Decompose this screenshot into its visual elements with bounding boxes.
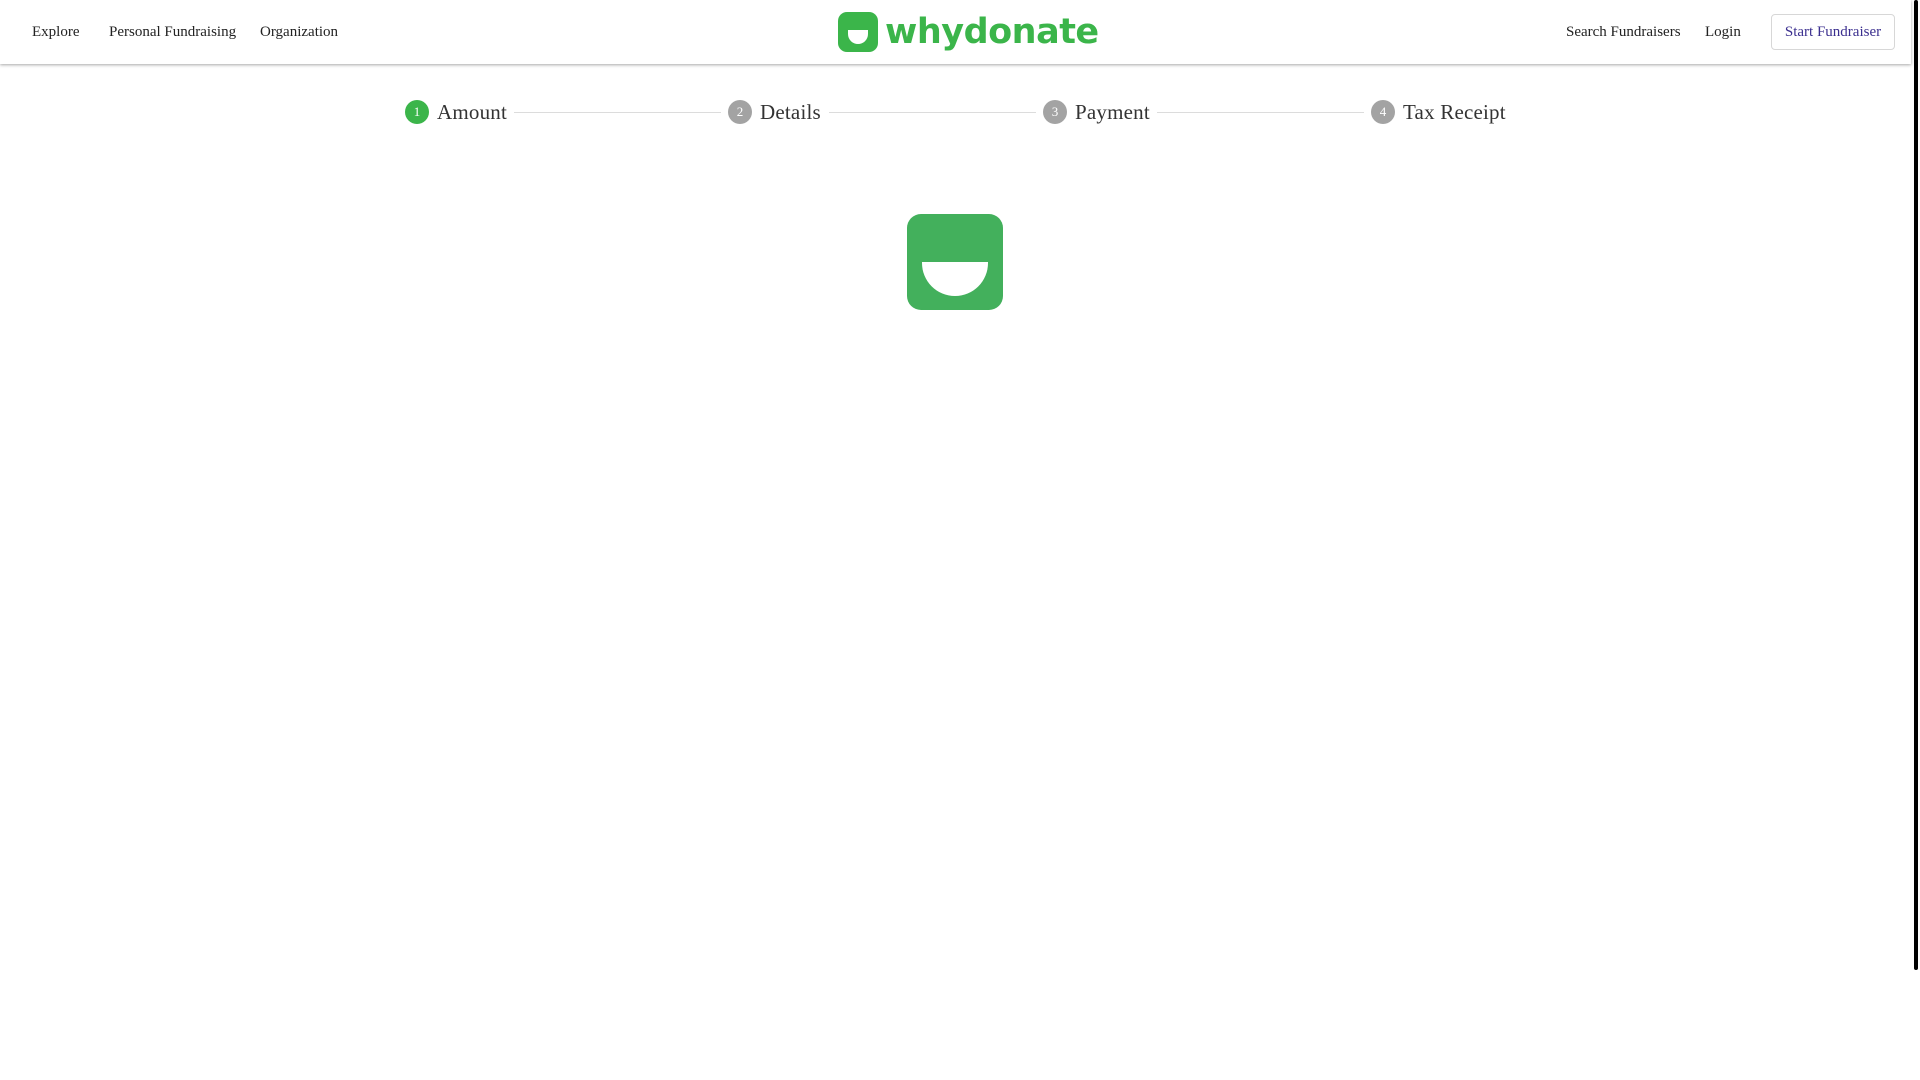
step-label: Amount	[437, 99, 508, 124]
step-label: Tax Receipt	[1403, 99, 1506, 124]
step-connector	[1157, 112, 1364, 113]
whydonate-logo-wordmark: whydonate	[885, 12, 1099, 52]
donation-stepper: 1 Amount 2 Details 3 Payment 4 Tax Recei…	[0, 97, 1911, 127]
step-number-badge: 3	[1043, 100, 1067, 124]
step-payment[interactable]: 3 Payment	[1043, 97, 1150, 127]
top-navigation-bar: Explore Personal Fundraising Organizatio…	[0, 0, 1911, 64]
step-number-badge: 1	[405, 100, 429, 124]
step-number-badge: 2	[728, 100, 752, 124]
step-connector	[514, 112, 721, 113]
nav-login-link[interactable]: Login	[1705, 0, 1741, 64]
page-scrollbar[interactable]	[1911, 0, 1920, 1080]
step-number-badge: 4	[1371, 100, 1395, 124]
scrollbar-thumb[interactable]	[1914, 0, 1918, 970]
step-details[interactable]: 2 Details	[728, 97, 821, 127]
step-tax-receipt[interactable]: 4 Tax Receipt	[1371, 97, 1506, 127]
whydonate-logo-icon	[838, 12, 878, 52]
nav-personal-fundraising-link[interactable]: Personal Fundraising	[109, 0, 236, 64]
nav-explore-link[interactable]: Explore	[32, 0, 79, 64]
step-label: Payment	[1075, 99, 1150, 124]
loading-whydonate-logo-icon	[907, 214, 1003, 310]
nav-search-fundraisers-link[interactable]: Search Fundraisers	[1566, 0, 1681, 64]
start-fundraiser-button[interactable]: Start Fundraiser	[1771, 14, 1895, 50]
whydonate-logo[interactable]: whydonate	[838, 12, 1099, 52]
nav-organization-link[interactable]: Organization	[260, 0, 338, 64]
step-label: Details	[760, 99, 821, 124]
step-connector	[829, 112, 1036, 113]
step-amount[interactable]: 1 Amount	[405, 97, 507, 127]
